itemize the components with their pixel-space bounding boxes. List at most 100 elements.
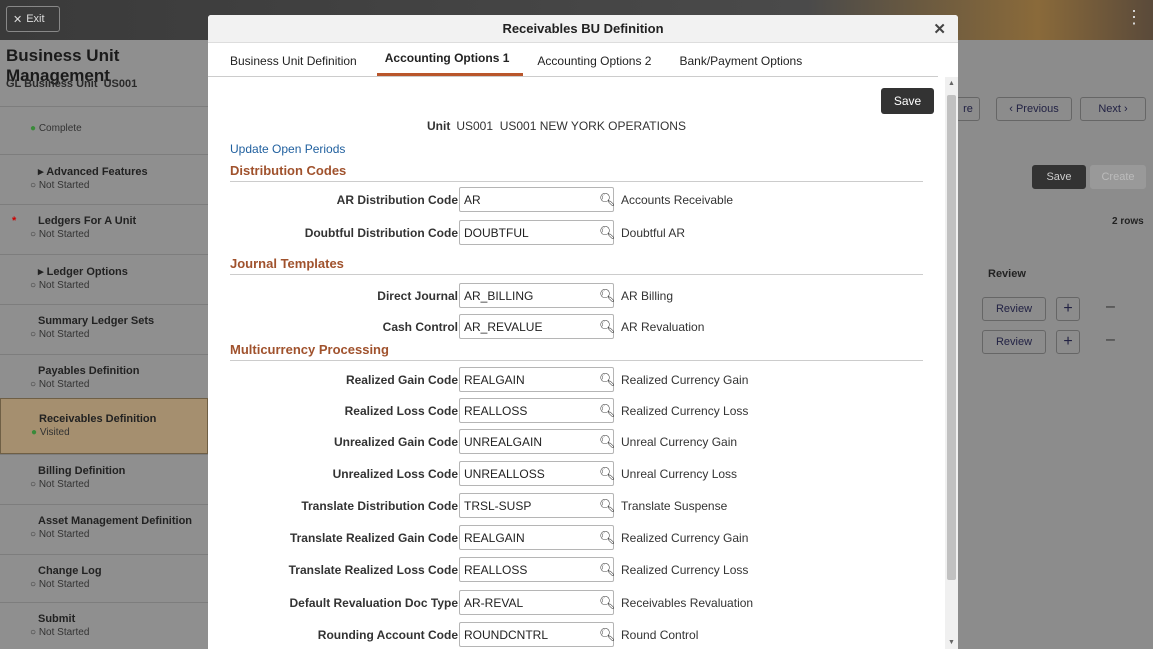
- add-row-icon[interactable]: +: [1056, 330, 1080, 354]
- tab-accounting-options-1[interactable]: Accounting Options 1: [376, 51, 524, 76]
- step-summary-ledger-sets[interactable]: Summary Ledger Sets ○ Not Started: [0, 304, 208, 354]
- search-icon[interactable]: 🔍︎: [599, 372, 616, 388]
- field-row: Doubtful Distribution Code DOUBTFUL 🔍︎ Doub…: [208, 220, 945, 246]
- tab-bar: Business Unit Definition Accounting Opti…: [208, 43, 938, 77]
- search-icon[interactable]: 🔍︎: [599, 192, 616, 208]
- add-row-icon[interactable]: +: [1056, 297, 1080, 321]
- more-options-icon[interactable]: ⋮: [1125, 8, 1143, 26]
- bg-save-button[interactable]: Save: [1032, 165, 1086, 189]
- field-row: Cash Control AR_REVALUE 🔍︎ AR Revaluation: [208, 314, 945, 340]
- required-icon: *: [12, 215, 17, 227]
- default-revaluation-doc-type-input[interactable]: AR-REVAL: [459, 590, 614, 615]
- search-icon[interactable]: 🔍︎: [599, 562, 616, 578]
- field-row: Rounding Account Code ROUNDCNTRL 🔍︎ Round C…: [208, 622, 945, 648]
- next-button[interactable]: Next ›: [1080, 97, 1146, 121]
- step-asset-management[interactable]: Asset Management Definition ○ Not Started: [0, 504, 208, 554]
- field-row: Translate Distribution Code TRSL-SUSP 🔍︎ Tr…: [208, 493, 945, 519]
- step-ledger-options[interactable]: ▸ Ledger Options ○ Not Started: [0, 254, 208, 304]
- ar-distribution-code-input[interactable]: AR: [459, 187, 614, 212]
- close-icon[interactable]: ✕: [933, 20, 946, 38]
- step-payables[interactable]: Payables Definition ○ Not Started: [0, 354, 208, 404]
- chevron-right-icon: ›: [1124, 103, 1128, 115]
- background-right-area: re ‹ Previous Next › Save Create 2 rows …: [956, 40, 1153, 649]
- field-label: Doubtful Distribution Code: [304, 226, 458, 240]
- dialog-title: Receivables BU Definition: [502, 21, 664, 36]
- review-button[interactable]: Review: [982, 330, 1046, 354]
- step-billing[interactable]: Billing Definition ○ Not Started: [0, 454, 208, 504]
- scroll-up-icon[interactable]: ▲: [948, 80, 955, 87]
- search-icon[interactable]: 🔍︎: [599, 434, 616, 450]
- exit-label: Exit: [26, 13, 45, 25]
- unit-info: Unit US001 US001 NEW YORK OPERATIONS: [427, 119, 686, 133]
- dialog-content: Save Unit US001 US001 NEW YORK OPERATIONS…: [208, 77, 945, 649]
- doubtful-distribution-code-input[interactable]: DOUBTFUL: [459, 220, 614, 245]
- field-label: Unrealized Gain Code: [333, 435, 458, 449]
- review-column-header: Review: [988, 268, 1026, 280]
- vertical-scrollbar[interactable]: ▲ ▼: [945, 77, 958, 649]
- translate-realized-gain-code-input[interactable]: REALGAIN: [459, 525, 614, 550]
- search-icon[interactable]: 🔍︎: [599, 627, 616, 643]
- field-description: AR Revaluation: [621, 320, 705, 334]
- field-row: AR Distribution Code AR 🔍︎ Accounts Receiva…: [208, 187, 945, 213]
- search-icon[interactable]: 🔍︎: [599, 288, 616, 304]
- section-multicurrency-processing: Multicurrency Processing: [230, 342, 923, 361]
- field-description: Realized Currency Loss: [621, 404, 749, 418]
- create-button[interactable]: Create: [1090, 165, 1146, 189]
- field-label: Realized Gain Code: [345, 373, 458, 387]
- scroll-down-icon[interactable]: ▼: [948, 639, 955, 646]
- delete-row-icon[interactable]: –: [1106, 331, 1115, 349]
- review-button[interactable]: Review: [982, 297, 1046, 321]
- step-ledgers[interactable]: * Ledgers For A Unit ○ Not Started: [0, 204, 208, 254]
- scrollbar-thumb[interactable]: [947, 95, 956, 580]
- chevron-left-icon: ‹: [1009, 103, 1013, 115]
- cash-control-input[interactable]: AR_REVALUE: [459, 314, 614, 339]
- field-row: Realized Loss Code REALLOSS 🔍︎ Realized Cur…: [208, 398, 945, 424]
- field-description: Round Control: [621, 628, 699, 642]
- direct-journal-input[interactable]: AR_BILLING: [459, 283, 614, 308]
- field-description: Accounts Receivable: [621, 193, 734, 207]
- tab-business-unit-definition[interactable]: Business Unit Definition: [222, 54, 371, 76]
- step-submit[interactable]: Submit ○ Not Started: [0, 602, 208, 649]
- field-description: Translate Suspense: [621, 499, 728, 513]
- field-label: Translate Realized Gain Code: [289, 531, 458, 545]
- expand-icon: ▸: [38, 266, 44, 278]
- rounding-account-code-input[interactable]: ROUNDCNTRL: [459, 622, 614, 647]
- unrealized-loss-code-input[interactable]: UNREALLOSS: [459, 461, 614, 486]
- field-description: Doubtful AR: [621, 226, 686, 240]
- search-icon[interactable]: 🔍︎: [599, 530, 616, 546]
- translate-distribution-code-input[interactable]: TRSL-SUSP: [459, 493, 614, 518]
- field-label: Direct Journal: [377, 289, 458, 303]
- row-count: 2 rows: [1112, 216, 1144, 227]
- search-icon[interactable]: 🔍︎: [599, 466, 616, 482]
- field-description: Realized Currency Gain: [621, 531, 749, 545]
- step-advanced-features[interactable]: ▸ Advanced Features ○ Not Started: [0, 154, 208, 204]
- field-label: Rounding Account Code: [317, 628, 458, 642]
- previous-button[interactable]: ‹ Previous: [996, 97, 1072, 121]
- realized-loss-code-input[interactable]: REALLOSS: [459, 398, 614, 423]
- field-row: Unrealized Loss Code UNREALLOSS 🔍︎ Unreal C…: [208, 461, 945, 487]
- save-button[interactable]: Save: [881, 88, 934, 114]
- search-icon[interactable]: 🔍︎: [599, 498, 616, 514]
- field-row: Direct Journal AR_BILLING 🔍︎ AR Billing: [208, 283, 945, 309]
- tab-bank-payment-options[interactable]: Bank/Payment Options: [671, 54, 816, 76]
- field-description: Unreal Currency Gain: [621, 435, 738, 449]
- update-open-periods-link[interactable]: Update Open Periods: [230, 142, 345, 156]
- unrealized-gain-code-input[interactable]: UNREALGAIN: [459, 429, 614, 454]
- search-icon[interactable]: 🔍︎: [599, 595, 616, 611]
- more-button[interactable]: re: [956, 97, 980, 121]
- step-receivables[interactable]: Receivables Definition ● Visited: [0, 398, 208, 454]
- search-icon[interactable]: 🔍︎: [599, 319, 616, 335]
- realized-gain-code-input[interactable]: REALGAIN: [459, 367, 614, 392]
- exit-button[interactable]: ✕ Exit: [6, 6, 60, 32]
- step-change-log[interactable]: Change Log ○ Not Started: [0, 554, 208, 604]
- dialog-header: Receivables BU Definition ✕: [208, 15, 958, 43]
- search-icon[interactable]: 🔍︎: [599, 225, 616, 241]
- field-label: Translate Realized Loss Code: [288, 563, 458, 577]
- tab-accounting-options-2[interactable]: Accounting Options 2: [529, 54, 665, 76]
- field-label: Unrealized Loss Code: [332, 467, 458, 481]
- field-label: Cash Control: [382, 320, 458, 334]
- delete-row-icon[interactable]: –: [1106, 298, 1115, 316]
- step-complete[interactable]: ● Complete: [0, 106, 208, 142]
- translate-realized-loss-code-input[interactable]: REALLOSS: [459, 557, 614, 582]
- search-icon[interactable]: 🔍︎: [599, 403, 616, 419]
